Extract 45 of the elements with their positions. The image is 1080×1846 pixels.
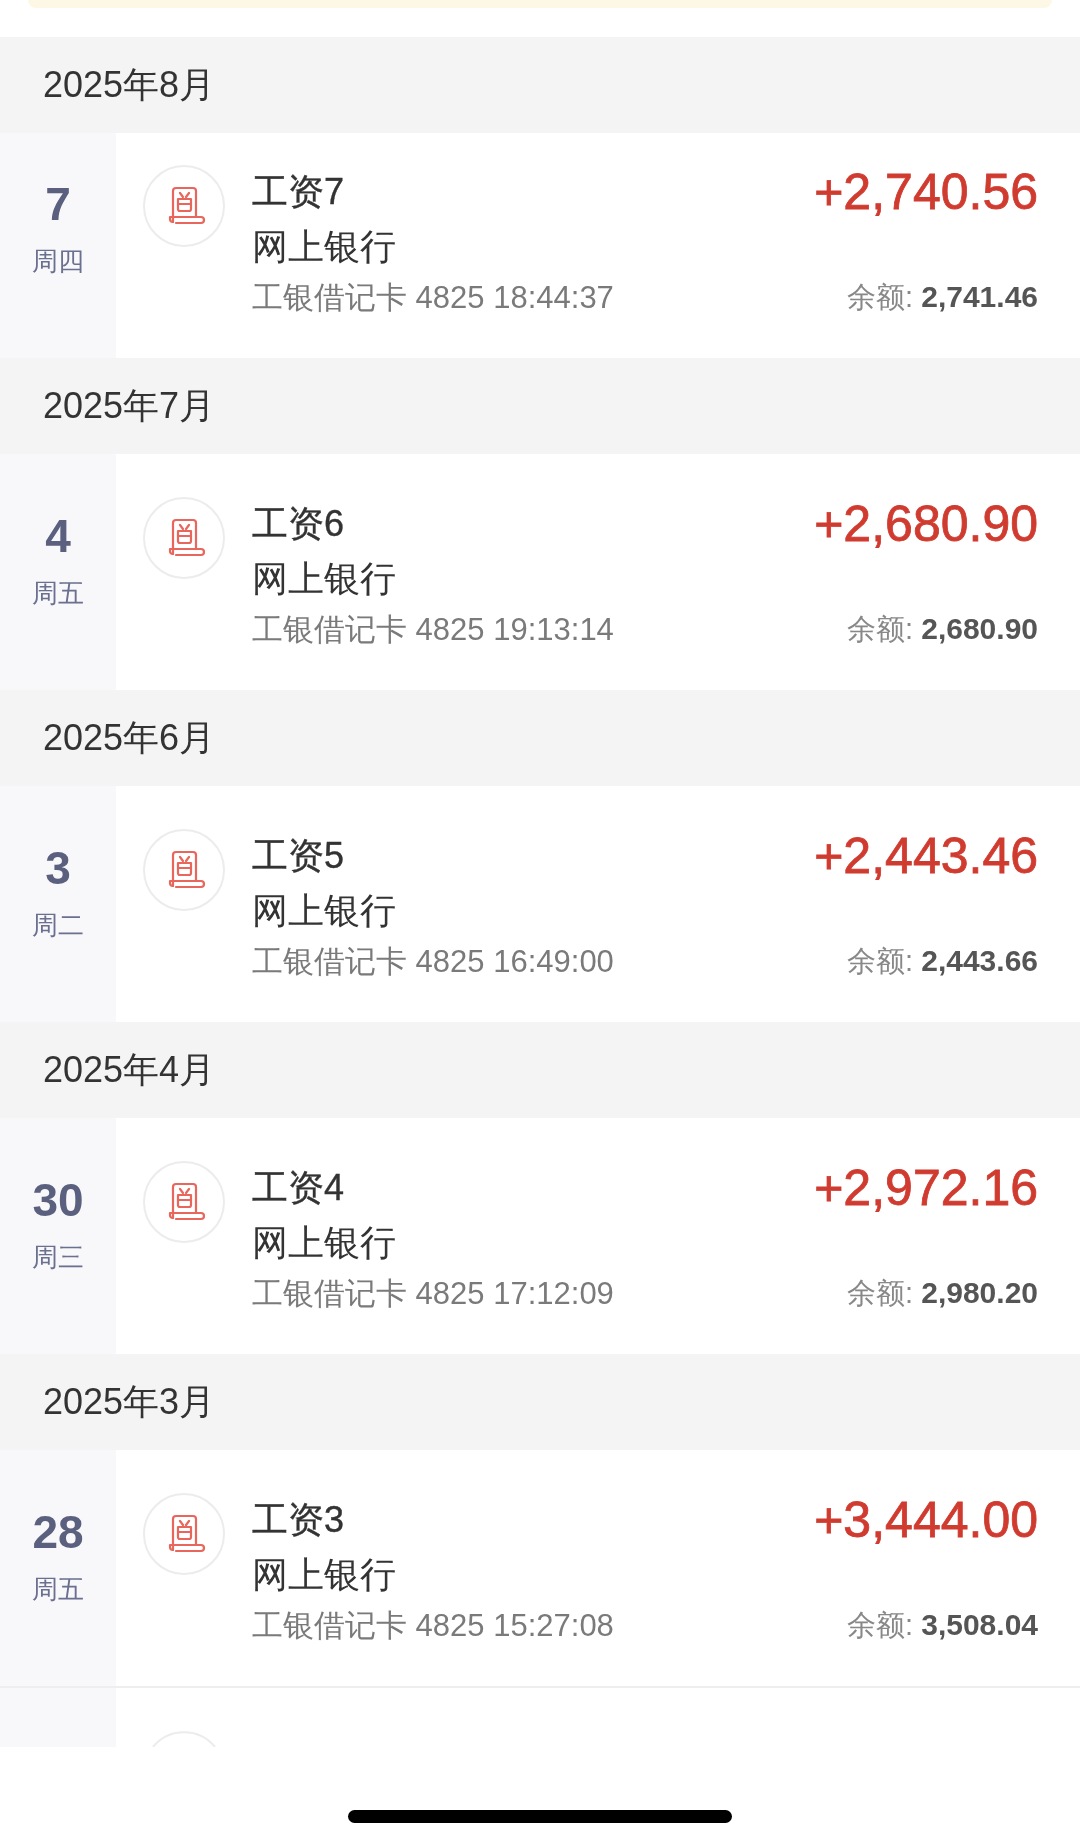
month-label: 2025年3月 <box>43 1379 216 1424</box>
amount-text: +2,740.56 <box>814 163 1038 221</box>
weekday-label: 周二 <box>32 909 84 941</box>
channel-text: 网上银行 <box>252 888 396 933</box>
scroll-icon <box>143 165 225 247</box>
weekday-label: 周五 <box>32 1573 84 1605</box>
transaction-title: 工资3 <box>252 1497 345 1542</box>
amount-text: +3,444.00 <box>814 1491 1038 1549</box>
balance-text: 余额: 2,680.90 <box>847 611 1038 647</box>
channel-text: 网上银行 <box>252 556 396 601</box>
balance-text: 余额: 2,443.66 <box>847 943 1038 979</box>
channel-text: 网上银行 <box>252 224 396 269</box>
day-number: 7 <box>45 178 71 230</box>
channel-text: 网上银行 <box>252 1552 396 1597</box>
scroll-icon <box>143 1161 225 1243</box>
account-time-text: 工银借记卡 4825 19:13:14 <box>252 611 614 649</box>
month-label: 2025年8月 <box>43 62 216 107</box>
weekday-label: 周四 <box>32 245 84 277</box>
channel-text: 网上银行 <box>252 1220 396 1265</box>
account-time-text: 工银借记卡 4825 15:27:08 <box>252 1607 614 1645</box>
scroll-icon <box>143 829 225 911</box>
balance-text: 余额: 3,508.04 <box>847 1607 1038 1643</box>
day-number: 3 <box>45 842 71 894</box>
amount-text: +2,443.46 <box>814 827 1038 885</box>
transaction-title: 工资6 <box>252 501 345 546</box>
account-time-text: 工银借记卡 4825 16:49:00 <box>252 943 614 981</box>
amount-text: +2,972.16 <box>814 1159 1038 1217</box>
month-label: 2025年7月 <box>43 383 216 428</box>
scroll-icon <box>143 497 225 579</box>
transaction-title: 工资7 <box>252 169 345 214</box>
account-time-text: 工银借记卡 4825 18:44:37 <box>252 279 614 317</box>
weekday-label: 周三 <box>32 1241 84 1273</box>
account-time-text: 工银借记卡 4825 17:12:09 <box>252 1275 614 1313</box>
balance-text: 余额: 2,741.46 <box>847 279 1038 315</box>
month-label: 2025年4月 <box>43 1047 216 1092</box>
weekday-label: 周五 <box>32 577 84 609</box>
amount-text: +2,680.90 <box>814 495 1038 553</box>
transaction-title: 工资5 <box>252 833 345 878</box>
transaction-title: 工资4 <box>252 1165 345 1210</box>
month-label: 2025年6月 <box>43 715 216 760</box>
day-number: 4 <box>45 510 71 562</box>
scroll-icon <box>143 1493 225 1575</box>
day-number: 28 <box>32 1506 84 1558</box>
day-number: 30 <box>32 1174 84 1226</box>
balance-text: 余额: 2,980.20 <box>847 1275 1038 1311</box>
